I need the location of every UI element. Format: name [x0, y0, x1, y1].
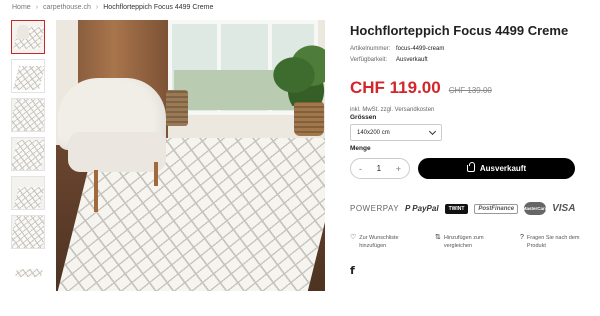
thumbnail-5[interactable] [11, 176, 45, 210]
mastercard-logo: MasterCard [523, 202, 547, 215]
payment-methods: POWERPAY P PayPal TWINT PostFinance Mast… [350, 202, 575, 215]
price-block: CHF 119.00 CHF 139.00 [350, 78, 492, 98]
wishlist-label: Zur Wunschliste hinzufügen [359, 235, 399, 249]
powerpay-logo: POWERPAY [350, 204, 400, 213]
bag-icon [466, 162, 475, 172]
quantity-plus-button[interactable]: + [396, 164, 401, 174]
quantity-label: Menge [350, 145, 371, 152]
ask-question-link[interactable]: ? Fragen Sie nach dem Produkt [520, 234, 595, 250]
sku-label: Artikelnummer: [350, 46, 391, 52]
compare-link[interactable]: ⇅ Hinzufügen zum vergleichen [435, 234, 510, 250]
size-select-value: 140x200 cm [357, 129, 390, 136]
breadcrumb-current: Hochflorteppich Focus 4499 Creme [103, 4, 214, 11]
product-meta: Artikelnummer: focus-4499-cream Verfügbar… [350, 44, 444, 66]
wishlist-link[interactable]: ♡ Zur Wunschliste hinzufügen [350, 234, 425, 250]
paypal-logo: P PayPal [405, 204, 439, 213]
thumbnail-4[interactable] [11, 137, 45, 171]
quantity-value[interactable]: 1 [377, 164, 381, 173]
current-price: CHF 119.00 [350, 78, 441, 97]
thumbnail-1[interactable] [11, 20, 45, 54]
thumbnail-3[interactable] [11, 98, 45, 132]
question-icon: ? [520, 234, 524, 241]
compare-label: Hinzufügen zum vergleichen [443, 235, 484, 249]
twint-logo: TWINT [444, 203, 469, 214]
sku-value: focus-4499-cream [396, 46, 445, 52]
quantity-stepper: - 1 + [350, 158, 410, 179]
product-title: Hochflorteppich Focus 4499 Creme [350, 23, 569, 38]
visa-logo: VISA [552, 203, 576, 214]
availability-label: Verfügbarkeit: [350, 57, 388, 63]
breadcrumb-shop[interactable]: carpethouse.ch [43, 4, 91, 11]
facebook-icon[interactable]: f [350, 264, 355, 277]
breadcrumb: Home › carpethouse.ch › Hochflorteppich … [12, 4, 213, 11]
compare-icon: ⇅ [435, 234, 441, 241]
vat-note[interactable]: inkl. MwSt. zzgl. Versandkosten [350, 107, 434, 113]
breadcrumb-separator: › [95, 4, 99, 11]
thumbnail-7[interactable] [11, 254, 45, 288]
ask-question-label: Fragen Sie nach dem Produkt [526, 235, 580, 249]
size-label: Grössen [350, 114, 377, 121]
sold-out-button[interactable]: Ausverkauft [418, 158, 575, 179]
quantity-minus-button[interactable]: - [359, 164, 362, 174]
size-select[interactable]: 140x200 cm [350, 124, 442, 141]
thumbnail-6[interactable] [11, 215, 45, 249]
thumbnail-gallery [11, 20, 47, 293]
product-actions: ♡ Zur Wunschliste hinzufügen ⇅ Hinzufüge… [350, 234, 595, 250]
breadcrumb-home[interactable]: Home [12, 4, 31, 11]
thumbnail-2[interactable] [11, 59, 45, 93]
old-price: CHF 139.00 [448, 86, 492, 95]
postfinance-logo: PostFinance [474, 203, 519, 214]
breadcrumb-separator: › [35, 4, 39, 11]
sold-out-button-label: Ausverkauft [479, 164, 527, 173]
availability-value: Ausverkauft [396, 57, 428, 63]
chevron-down-icon [428, 127, 437, 135]
product-main-image[interactable] [56, 20, 325, 291]
heart-icon: ♡ [350, 234, 357, 241]
